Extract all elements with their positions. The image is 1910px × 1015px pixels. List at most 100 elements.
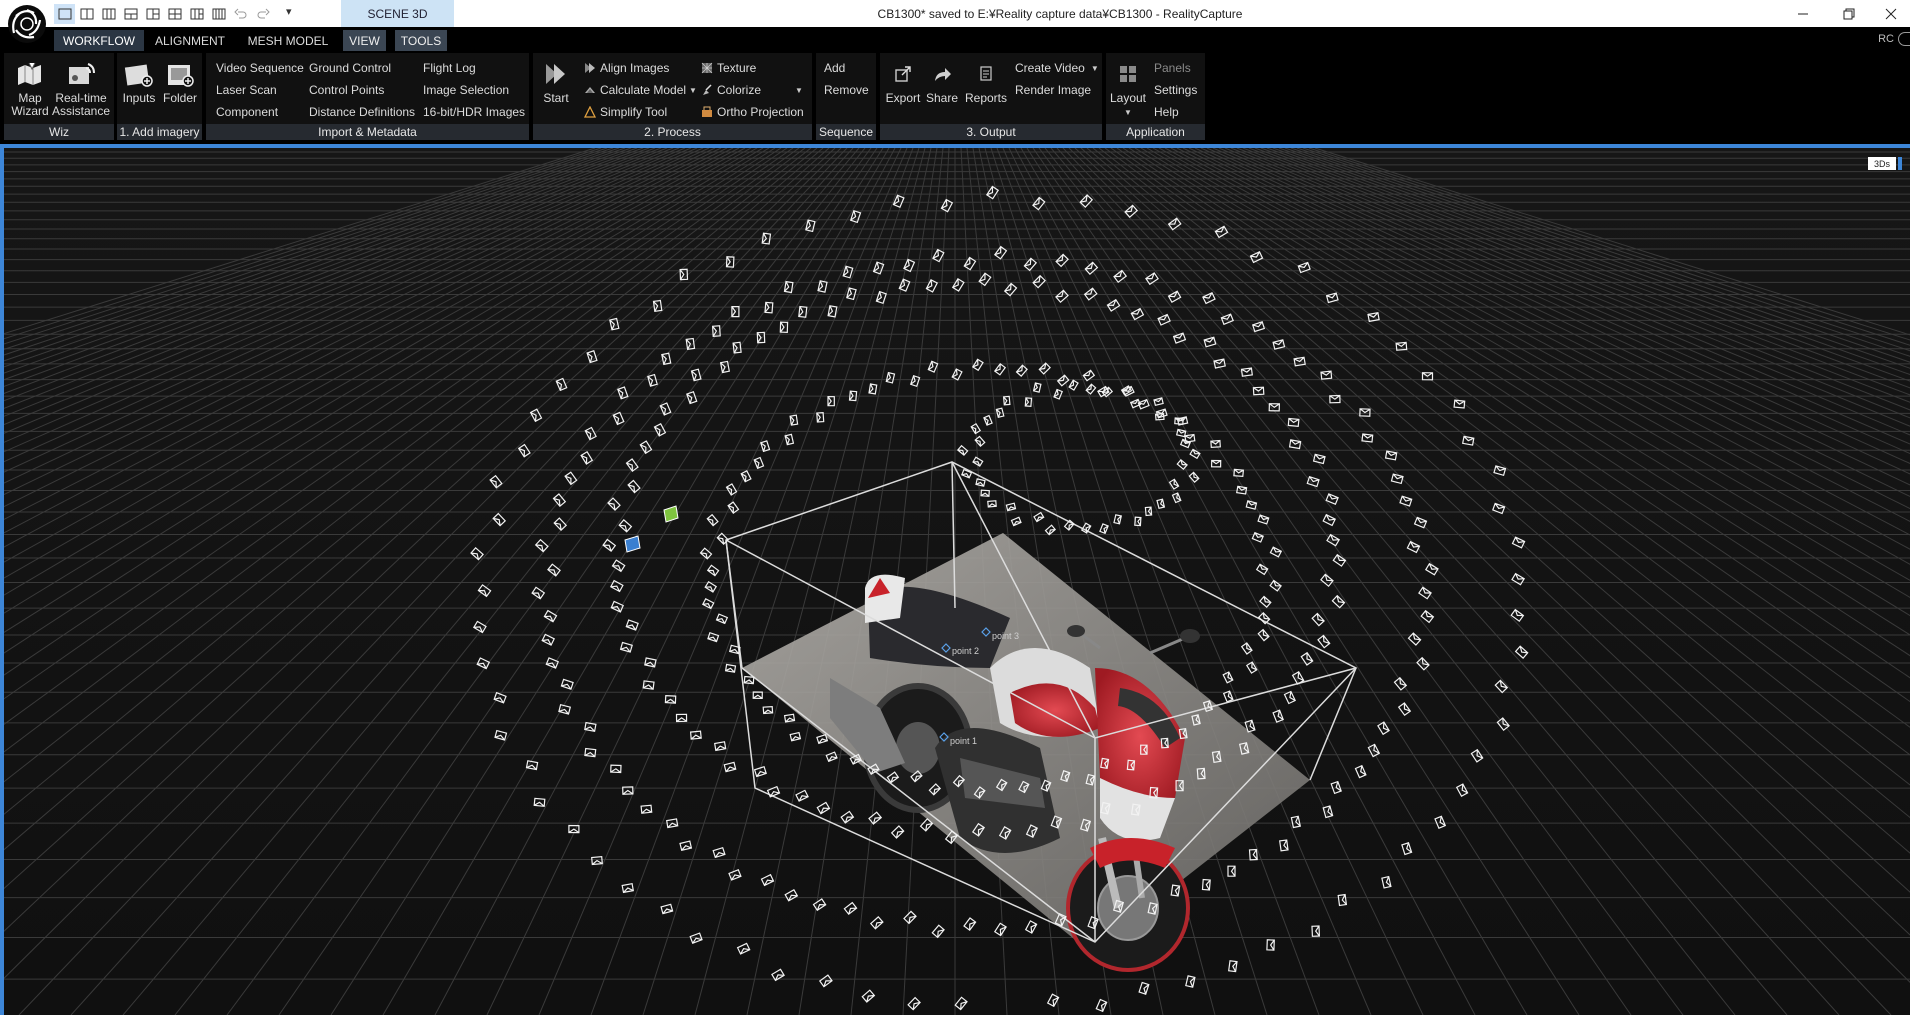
simplify-tool-icon bbox=[583, 106, 596, 119]
colorize-icon bbox=[700, 84, 713, 97]
realtime-assistance-label: Real-time Assistance bbox=[51, 91, 111, 118]
distance-definitions-button[interactable]: Distance Definitions bbox=[309, 104, 415, 120]
ortho-projection-label: Ortho Projection bbox=[717, 105, 804, 119]
simplify-tool-button[interactable]: Simplify Tool bbox=[583, 104, 667, 120]
layout-6-icon[interactable] bbox=[164, 4, 185, 24]
share-button[interactable]: Share bbox=[924, 59, 960, 105]
video-sequence-button[interactable]: Video Sequence bbox=[216, 60, 304, 76]
settings-button[interactable]: Settings bbox=[1154, 82, 1197, 98]
group-label-application: Application bbox=[1106, 124, 1205, 140]
group-output: Export Share Reports Create Video ▼ Rend… bbox=[880, 53, 1102, 140]
inputs-label: Inputs bbox=[122, 91, 156, 105]
tab-tools[interactable]: TOOLS bbox=[395, 30, 447, 51]
folder-button[interactable]: Folder bbox=[161, 59, 199, 105]
control-points-button[interactable]: Control Points bbox=[309, 82, 384, 98]
group-sequence: Add Remove Sequence bbox=[816, 53, 876, 140]
calculate-model-label: Calculate Model bbox=[600, 83, 687, 97]
colorize-label: Colorize bbox=[717, 83, 762, 97]
restore-button[interactable] bbox=[1826, 0, 1872, 27]
map-wizard-button[interactable]: Map Wizard bbox=[10, 59, 50, 118]
align-images-icon bbox=[583, 62, 596, 75]
panels-button[interactable]: Panels bbox=[1154, 60, 1191, 76]
create-video-button[interactable]: Create Video ▼ bbox=[1015, 60, 1099, 76]
flight-log-button[interactable]: Flight Log bbox=[423, 60, 476, 76]
layout-2-icon[interactable] bbox=[76, 4, 97, 24]
group-label-output: 3. Output bbox=[880, 124, 1102, 140]
window-title: CB1300* saved to E:¥Reality capture data… bbox=[877, 6, 1243, 21]
scene-3d-tab[interactable]: SCENE 3D bbox=[341, 0, 454, 27]
close-icon bbox=[1885, 8, 1897, 19]
control-point-label: point 2 bbox=[952, 646, 979, 656]
calculate-model-button[interactable]: Calculate Model ▼ bbox=[583, 82, 697, 98]
component-button[interactable]: Component bbox=[216, 104, 278, 120]
view-mode-badge[interactable]: 3Ds bbox=[1867, 157, 1896, 170]
start-button[interactable]: Start bbox=[541, 59, 571, 105]
texture-label: Texture bbox=[717, 61, 757, 75]
group-process: Start Align Images Calculate Model ▼ Sim… bbox=[533, 53, 812, 140]
realitycapture-window: ▾ SCENE 3D CB1300* saved to E:¥Reality c… bbox=[0, 0, 1910, 1015]
calculate-model-dropdown-icon[interactable]: ▼ bbox=[689, 86, 697, 95]
start-icon bbox=[541, 59, 571, 89]
image-selection-button[interactable]: Image Selection bbox=[423, 82, 509, 98]
sequence-add-button[interactable]: Add bbox=[824, 60, 845, 76]
align-images-button[interactable]: Align Images bbox=[583, 60, 669, 76]
view-mode-badge-marker bbox=[1898, 157, 1902, 170]
realitycapture-logo-icon[interactable] bbox=[3, 2, 49, 44]
rc-label[interactable]: RC bbox=[1878, 33, 1894, 45]
layout-7-icon[interactable] bbox=[186, 4, 207, 24]
export-label: Export bbox=[885, 91, 921, 105]
layout-icon bbox=[1113, 59, 1143, 89]
scene-3d-viewport[interactable]: point 1 point 2 point 3 3Ds bbox=[0, 144, 1910, 1015]
texture-icon bbox=[700, 62, 713, 75]
group-add-imagery: Inputs Folder 1. Add imagery bbox=[117, 53, 202, 140]
help-icon[interactable] bbox=[1898, 32, 1910, 46]
layout-button[interactable]: Layout ▼ bbox=[1108, 59, 1148, 119]
reports-label: Reports bbox=[964, 91, 1008, 105]
share-label: Share bbox=[925, 91, 959, 105]
sequence-remove-button[interactable]: Remove bbox=[824, 82, 869, 98]
tab-workflow[interactable]: WORKFLOW bbox=[54, 30, 144, 51]
layout-8-icon[interactable] bbox=[208, 4, 229, 24]
texture-button[interactable]: Texture bbox=[700, 60, 756, 76]
reports-button[interactable]: Reports bbox=[964, 59, 1008, 105]
group-label-sequence: Sequence bbox=[816, 124, 876, 140]
hdr-images-button[interactable]: 16-bit/HDR Images bbox=[423, 104, 525, 120]
layout-5-icon[interactable] bbox=[142, 4, 163, 24]
map-wizard-icon bbox=[15, 59, 45, 89]
group-label-process: 2. Process bbox=[533, 124, 812, 140]
colorize-dropdown-icon[interactable]: ▼ bbox=[795, 86, 803, 95]
colorize-button[interactable]: Colorize ▼ bbox=[700, 82, 803, 98]
export-icon bbox=[888, 59, 918, 89]
help-button[interactable]: Help bbox=[1154, 104, 1179, 120]
export-button[interactable]: Export bbox=[884, 59, 922, 105]
ortho-projection-button[interactable]: Ortho Projection bbox=[700, 104, 804, 120]
render-image-button[interactable]: Render Image bbox=[1015, 82, 1091, 98]
tab-view[interactable]: VIEW bbox=[343, 30, 386, 51]
scene-3d-canvas[interactable]: point 1 point 2 point 3 bbox=[0, 148, 1910, 1015]
quick-access-toolbar bbox=[54, 4, 273, 24]
folder-icon bbox=[165, 59, 195, 89]
ribbon: Map Wizard Real-time Assistance Wiz Inpu… bbox=[0, 52, 1910, 144]
map-wizard-label: Map Wizard bbox=[11, 91, 49, 118]
tab-mesh-model[interactable]: MESH MODEL bbox=[242, 30, 334, 51]
inputs-button[interactable]: Inputs bbox=[120, 59, 158, 105]
laser-scan-button[interactable]: Laser Scan bbox=[216, 82, 277, 98]
layout-4-icon[interactable] bbox=[120, 4, 141, 24]
quick-access-dropdown-icon[interactable]: ▾ bbox=[286, 5, 292, 18]
layout-dropdown-icon[interactable]: ▼ bbox=[1124, 106, 1132, 119]
create-video-dropdown-icon[interactable]: ▼ bbox=[1091, 64, 1099, 73]
calculate-model-icon bbox=[583, 84, 596, 97]
realtime-assistance-button[interactable]: Real-time Assistance bbox=[52, 59, 110, 118]
ground-control-button[interactable]: Ground Control bbox=[309, 60, 391, 76]
layout-3-icon[interactable] bbox=[98, 4, 119, 24]
realtime-assistance-icon bbox=[66, 59, 96, 89]
tab-alignment[interactable]: ALIGNMENT bbox=[151, 30, 229, 51]
minimize-button[interactable] bbox=[1780, 0, 1826, 27]
reports-icon bbox=[971, 59, 1001, 89]
undo-icon[interactable] bbox=[230, 4, 251, 24]
group-label-import-metadata: Import & Metadata bbox=[206, 124, 529, 140]
layout-label: Layout bbox=[1109, 91, 1147, 105]
close-button[interactable] bbox=[1872, 0, 1910, 27]
layout-1-icon[interactable] bbox=[54, 4, 75, 24]
redo-icon[interactable] bbox=[252, 4, 273, 24]
